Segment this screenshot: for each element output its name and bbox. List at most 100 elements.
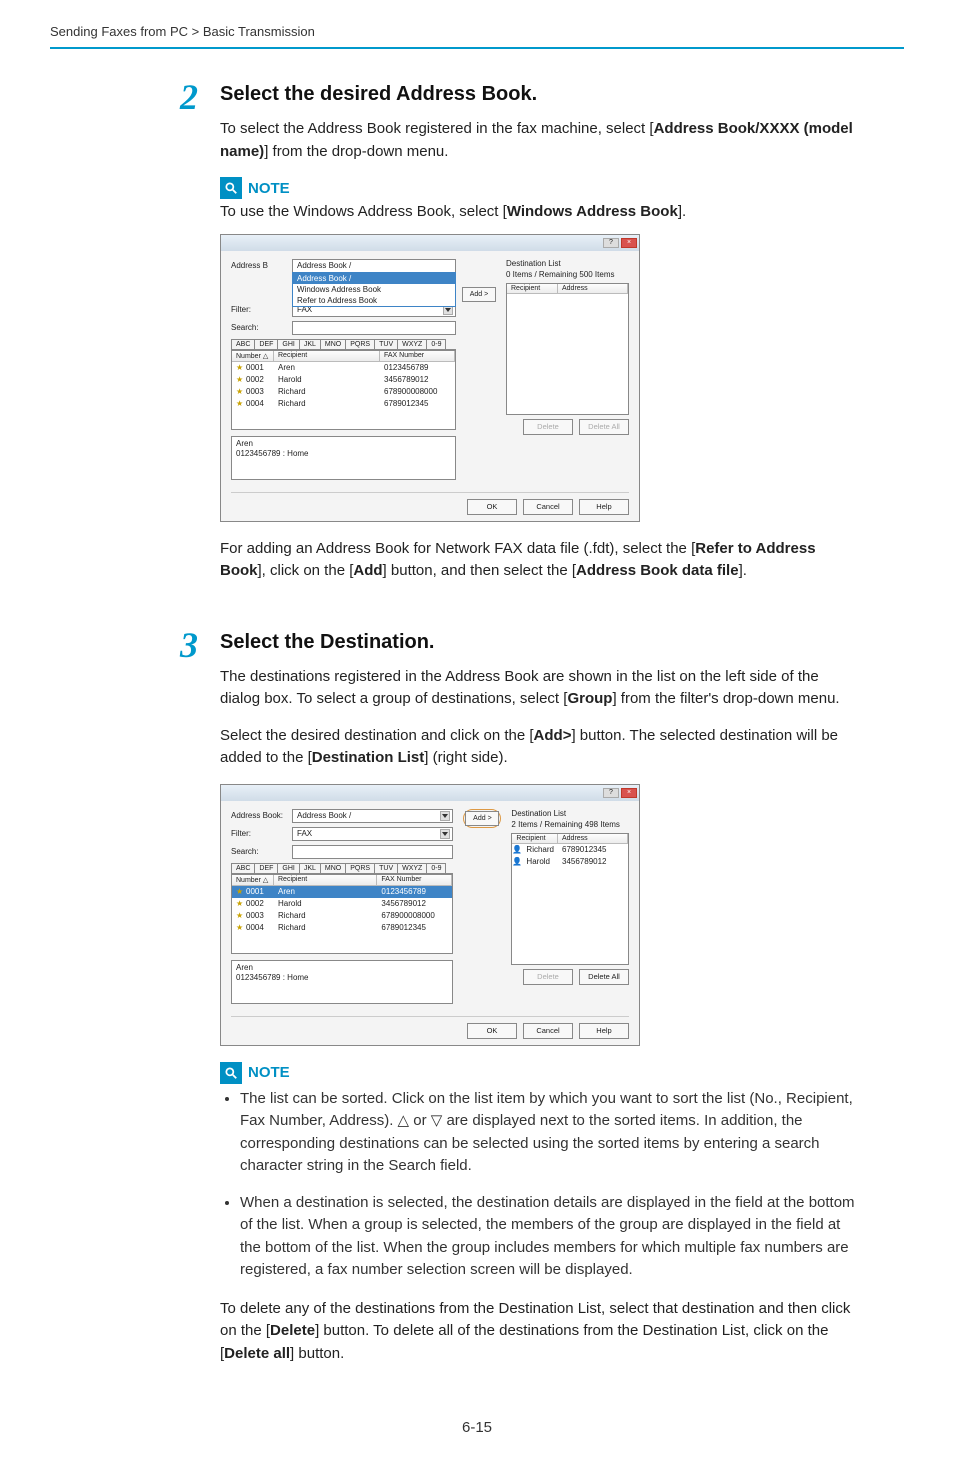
col-recipient[interactable]: Recipient (274, 351, 380, 361)
delete-all-button[interactable]: Delete All (579, 419, 629, 435)
dropdown-option[interactable]: Refer to Address Book (293, 295, 455, 306)
person-icon (512, 856, 520, 864)
step2-p2: For adding an Address Book for Network F… (220, 538, 860, 583)
dialog-address-book-dropdown: ? × Address B Address Book / (220, 234, 640, 522)
list-row[interactable]: ★0001Aren0123456789 (232, 886, 452, 898)
search-label: Search: (231, 323, 286, 332)
rule (50, 47, 904, 49)
search-label: Search: (231, 847, 286, 856)
ok-button[interactable]: OK (467, 1023, 517, 1039)
tab[interactable]: TUV (375, 339, 398, 349)
destination-title: Destination List (506, 259, 629, 268)
tab[interactable]: TUV (375, 863, 398, 873)
col-fax[interactable]: FAX Number (380, 351, 455, 361)
tab[interactable]: 0-9 (427, 863, 446, 873)
tab[interactable]: DEF (255, 339, 278, 349)
note-label: NOTE (220, 177, 860, 199)
destination-title: Destination List (511, 809, 629, 818)
destination-list[interactable]: Recipient Address (506, 283, 629, 415)
col-recipient[interactable]: Recipient (512, 834, 558, 843)
help-button[interactable]: Help (579, 1023, 629, 1039)
tab[interactable]: GHI (278, 863, 299, 873)
tab[interactable]: WXYZ (398, 863, 427, 873)
note-label: NOTE (220, 1062, 860, 1084)
add-button[interactable]: Add > (465, 811, 499, 826)
delete-button[interactable]: Delete (523, 969, 573, 985)
bullet-item: When a destination is selected, the dest… (240, 1192, 860, 1282)
tab[interactable]: PQRS (346, 863, 375, 873)
tab[interactable]: ABC (231, 339, 255, 349)
add-button[interactable]: Add > (462, 287, 496, 302)
alpha-tabs: ABC DEF GHI JKL MNO PQRS TUV WXYZ 0-9 (231, 863, 453, 874)
col-recipient[interactable]: Recipient (274, 875, 377, 885)
note-bullets: The list can be sorted. Click on the lis… (220, 1088, 860, 1282)
step2-note-text: To use the Windows Address Book, select … (220, 201, 860, 224)
tab[interactable]: JKL (300, 339, 321, 349)
dropdown-option[interactable]: Address Book / (293, 273, 455, 284)
tab[interactable]: 0-9 (427, 339, 446, 349)
note-icon (220, 1062, 242, 1084)
list-row[interactable]: ★0002Harold3456789012 (232, 374, 455, 386)
alpha-tabs: ABC DEF GHI JKL MNO PQRS TUV WXYZ 0-9 (231, 339, 456, 350)
col-number[interactable]: Number △ (232, 351, 274, 361)
col-number[interactable]: Number △ (232, 875, 274, 885)
address-book-dropdown-list: Address Book / Windows Address Book Refe… (292, 272, 456, 307)
cancel-button[interactable]: Cancel (523, 499, 573, 515)
col-address[interactable]: Address (558, 834, 628, 843)
breadcrumb: Sending Faxes from PC > Basic Transmissi… (50, 24, 904, 47)
address-book-select[interactable]: Address Book / (292, 809, 453, 823)
delete-all-button[interactable]: Delete All (579, 969, 629, 985)
filter-label: Filter: (231, 305, 286, 314)
source-list[interactable]: Number △ Recipient FAX Number ★0001Aren0… (231, 350, 456, 430)
tab[interactable]: WXYZ (398, 339, 427, 349)
step3-p3: To delete any of the destinations from t… (220, 1298, 860, 1366)
dropdown-option[interactable]: Windows Address Book (293, 284, 455, 295)
step3-p2: Select the desired destination and click… (220, 725, 860, 770)
detail-panel: Aren 0123456789 : Home (231, 436, 456, 480)
step-number-3: 3 (180, 627, 204, 1380)
cancel-button[interactable]: Cancel (523, 1023, 573, 1039)
tab[interactable]: MNO (321, 339, 346, 349)
list-row[interactable]: ★0003Richard678900008000 (232, 386, 455, 398)
add-highlight: Add > (463, 809, 501, 828)
col-fax[interactable]: FAX Number (377, 875, 452, 885)
list-row[interactable]: ★0004Richard6789012345 (232, 398, 455, 410)
destination-list[interactable]: Recipient Address Richard6789012345 Haro… (511, 833, 629, 965)
search-input[interactable] (292, 845, 453, 859)
tab[interactable]: JKL (300, 863, 321, 873)
help-button[interactable]: Help (579, 499, 629, 515)
col-recipient[interactable]: Recipient (507, 284, 558, 293)
list-row[interactable]: ★0001Aren0123456789 (232, 362, 455, 374)
minimize-button[interactable]: ? (603, 238, 619, 248)
detail-panel: Aren 0123456789 : Home (231, 960, 453, 1004)
list-row[interactable]: ★0003Richard678900008000 (232, 910, 452, 922)
tab[interactable]: MNO (321, 863, 346, 873)
tab[interactable]: PQRS (346, 339, 375, 349)
page-number: 6-15 (50, 1419, 904, 1436)
destination-count: 2 Items / Remaining 498 Items (511, 820, 629, 829)
search-input[interactable] (292, 321, 456, 335)
address-book-select[interactable]: Address Book / (292, 259, 456, 273)
filter-label: Filter: (231, 829, 286, 838)
source-list[interactable]: Number △ Recipient FAX Number ★0001Aren0… (231, 874, 453, 954)
step2-p1: To select the Address Book registered in… (220, 118, 860, 163)
step3-title: Select the Destination. (220, 631, 860, 654)
close-button[interactable]: × (621, 238, 637, 248)
step2-title: Select the desired Address Book. (220, 83, 860, 106)
close-button[interactable]: × (621, 788, 637, 798)
tab[interactable]: ABC (231, 863, 255, 873)
destination-count: 0 Items / Remaining 500 Items (506, 270, 629, 279)
col-address[interactable]: Address (558, 284, 628, 293)
dest-row[interactable]: Harold3456789012 (512, 856, 628, 868)
delete-button[interactable]: Delete (523, 419, 573, 435)
filter-select[interactable]: FAX (292, 827, 453, 841)
minimize-button[interactable]: ? (603, 788, 619, 798)
tab[interactable]: DEF (255, 863, 278, 873)
list-row[interactable]: ★0002Harold3456789012 (232, 898, 452, 910)
tab[interactable]: GHI (278, 339, 299, 349)
list-row[interactable]: ★0004Richard6789012345 (232, 922, 452, 934)
address-book-label: Address B (231, 261, 286, 270)
person-icon (512, 844, 520, 852)
dest-row[interactable]: Richard6789012345 (512, 844, 628, 856)
ok-button[interactable]: OK (467, 499, 517, 515)
